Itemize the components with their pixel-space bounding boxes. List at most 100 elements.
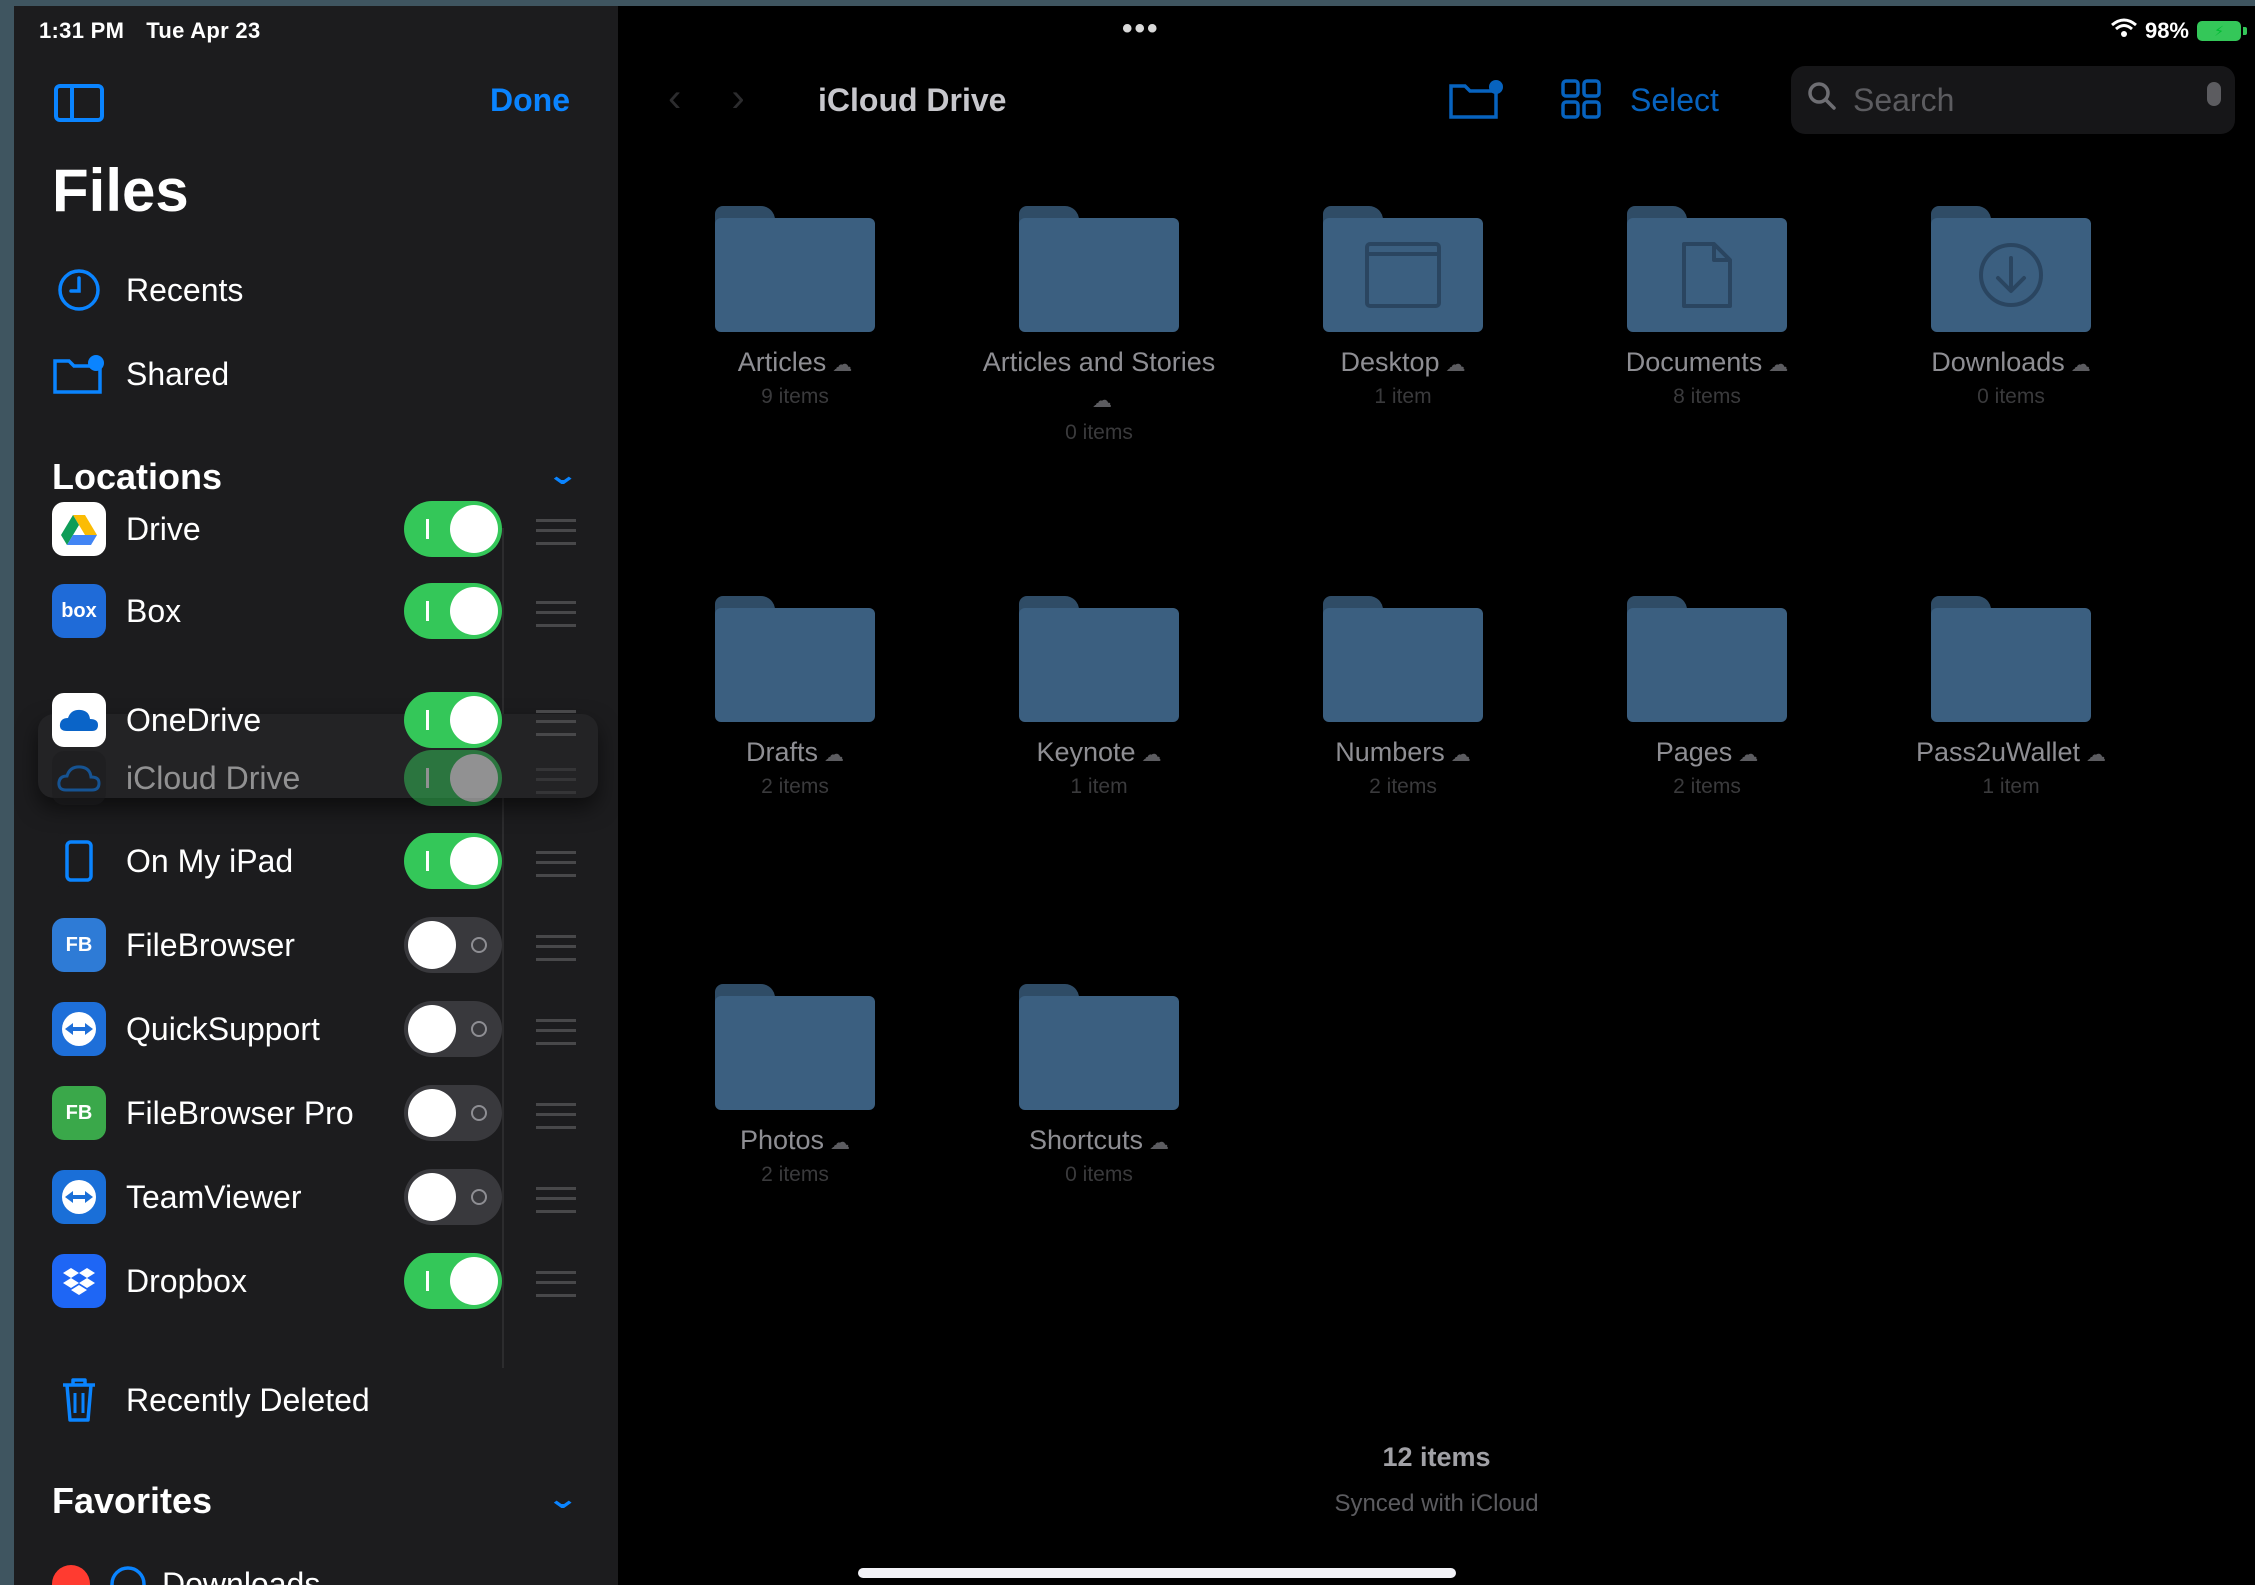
sidebar-title: Files <box>52 157 189 224</box>
folder-name-text: Articles and Stories <box>982 347 1216 377</box>
forward-arrow-icon[interactable]: › <box>731 76 794 120</box>
location-toggle[interactable] <box>404 917 502 973</box>
microphone-icon[interactable] <box>2207 82 2221 106</box>
locations-header[interactable]: Locations <box>52 456 222 498</box>
reorder-handle-icon[interactable] <box>536 1019 576 1045</box>
folder-drafts[interactable]: Drafts ☁ 2 items <box>675 596 915 799</box>
back-arrow-icon[interactable]: ‹ <box>668 76 731 120</box>
home-indicator[interactable] <box>858 1568 1456 1578</box>
folder-name: Articles and Stories ☁ <box>979 344 1219 419</box>
shared-folder-icon <box>52 351 106 397</box>
folder-item-count: 2 items <box>1673 775 1741 798</box>
sidebar-item-recents[interactable]: Recents <box>52 260 243 320</box>
location-item-drive[interactable]: Drive <box>52 493 598 565</box>
folder-name-text: Documents <box>1625 347 1763 377</box>
location-item-on-my-ipad[interactable]: On My iPad <box>52 825 598 897</box>
multitasking-dots[interactable]: ••• <box>1122 12 1160 46</box>
folder-articles[interactable]: Articles ☁ 9 items <box>675 206 915 409</box>
reorder-handle-icon[interactable] <box>536 601 576 627</box>
reorder-handle-icon[interactable] <box>536 1271 576 1297</box>
folder-photos[interactable]: Photos ☁ 2 items <box>675 984 915 1187</box>
location-toggle[interactable] <box>404 1169 502 1225</box>
reorder-handle-icon[interactable] <box>536 851 576 877</box>
location-item-dropbox[interactable]: Dropbox <box>52 1245 598 1317</box>
location-item-filebrowser-pro[interactable]: FB FileBrowser Pro <box>52 1077 598 1149</box>
select-button[interactable]: Select <box>1630 82 1719 119</box>
location-item-quicksupport[interactable]: QuickSupport <box>52 993 598 1065</box>
location-toggle[interactable] <box>404 583 502 639</box>
location-label: Dropbox <box>126 1262 247 1299</box>
location-toggle[interactable] <box>404 501 502 557</box>
folder-name: Articles ☁ <box>675 344 915 383</box>
location-toggle[interactable] <box>404 750 502 806</box>
sync-status: Synced with iCloud <box>1334 1490 1539 1517</box>
folder-articles-and-stories[interactable]: Articles and Stories ☁ 0 items <box>979 206 1219 445</box>
location-toggle[interactable] <box>404 1001 502 1057</box>
cloud-download-icon: ☁ <box>1149 1132 1170 1154</box>
folder-item-count: 2 items <box>1369 775 1437 798</box>
toggle-knob <box>450 754 498 802</box>
folder-pages[interactable]: Pages ☁ 2 items <box>1587 596 1827 799</box>
location-item-icloud-drive[interactable]: iCloud Drive <box>52 742 598 814</box>
onedrive-icon <box>52 693 106 747</box>
location-toggle[interactable] <box>404 1085 502 1141</box>
location-toggle[interactable] <box>404 1253 502 1309</box>
location-item-box[interactable]: box Box <box>52 575 598 647</box>
location-label: FileBrowser <box>126 926 295 963</box>
sidebar-item-recently-deleted[interactable]: Recently Deleted <box>52 1370 370 1430</box>
location-toggle[interactable] <box>404 692 502 748</box>
grid-view-icon[interactable] <box>1560 78 1602 125</box>
location-label: Drive <box>126 510 201 547</box>
status-time: 1:31 PM <box>39 18 125 43</box>
location-label: On My iPad <box>126 842 294 879</box>
folder-name-text: Pages <box>1655 737 1733 767</box>
toggle-knob <box>450 1257 498 1305</box>
location-toggle[interactable] <box>404 833 502 889</box>
cloud-download-icon: ☁ <box>1768 354 1789 376</box>
location-item-filebrowser[interactable]: FB FileBrowser <box>52 909 598 981</box>
chevron-down-icon[interactable]: ⌄ <box>546 458 579 491</box>
folder-desktop[interactable]: Desktop ☁ 1 item <box>1283 206 1523 409</box>
folder-item-count: 2 items <box>761 1163 829 1186</box>
cloud-download-icon: ☁ <box>1141 744 1162 766</box>
folder-icon <box>1323 206 1483 332</box>
cloud-download-icon: ☁ <box>830 1132 851 1154</box>
sidebar-item-shared[interactable]: Shared <box>52 344 229 404</box>
reorder-handle-icon[interactable] <box>536 935 576 961</box>
sidebar-toggle-icon[interactable] <box>54 84 104 122</box>
folder-keynote[interactable]: Keynote ☁ 1 item <box>979 596 1219 799</box>
new-folder-icon[interactable] <box>1448 78 1504 125</box>
status-indicators: 98% ⚡ <box>2110 18 2247 44</box>
reorder-handle-icon[interactable] <box>536 519 576 545</box>
reorder-handle-icon[interactable] <box>536 710 576 736</box>
toggle-knob <box>450 587 498 635</box>
favorite-item-downloads[interactable]: Downloads <box>52 1554 320 1585</box>
box-icon: box <box>52 584 106 638</box>
main-content: ‹› iCloud Drive Select Articles☁9 itemsA… <box>618 6 2255 1585</box>
reorder-handle-icon[interactable] <box>536 1187 576 1213</box>
chevron-down-icon[interactable]: ⌄ <box>546 1482 579 1515</box>
search-bar[interactable] <box>1791 66 2235 134</box>
folder-pass2uwallet[interactable]: Pass2uWallet ☁ 1 item <box>1891 596 2131 799</box>
clock-icon <box>52 267 106 313</box>
cloud-download-icon: ☁ <box>1738 744 1759 766</box>
reorder-handle-icon[interactable] <box>536 768 576 794</box>
reorder-handle-icon[interactable] <box>536 1103 576 1129</box>
folder-shortcuts[interactable]: Shortcuts ☁ 0 items <box>979 984 1219 1187</box>
folder-item-count: 0 items <box>1065 1163 1133 1186</box>
done-button[interactable]: Done <box>490 82 570 119</box>
page-title: iCloud Drive <box>818 82 1007 118</box>
folder-name-text: Pass2uWallet <box>1915 737 2081 767</box>
folder-numbers[interactable]: Numbers ☁ 2 items <box>1283 596 1523 799</box>
location-item-teamviewer[interactable]: TeamViewer <box>52 1161 598 1233</box>
folder-documents[interactable]: Documents ☁ 8 items <box>1587 206 1827 409</box>
folder-name-text: Keynote <box>1036 737 1136 767</box>
toggle-knob <box>408 1005 456 1053</box>
folder-downloads[interactable]: Downloads ☁ 0 items <box>1891 206 2131 409</box>
location-label: TeamViewer <box>126 1178 302 1215</box>
folder-item-count: 1 item <box>1374 385 1432 408</box>
remove-favorite-icon[interactable] <box>52 1565 90 1585</box>
folder-name-text: Desktop <box>1340 347 1440 377</box>
favorites-header[interactable]: Favorites <box>52 1480 212 1522</box>
search-input[interactable] <box>1851 80 2185 120</box>
